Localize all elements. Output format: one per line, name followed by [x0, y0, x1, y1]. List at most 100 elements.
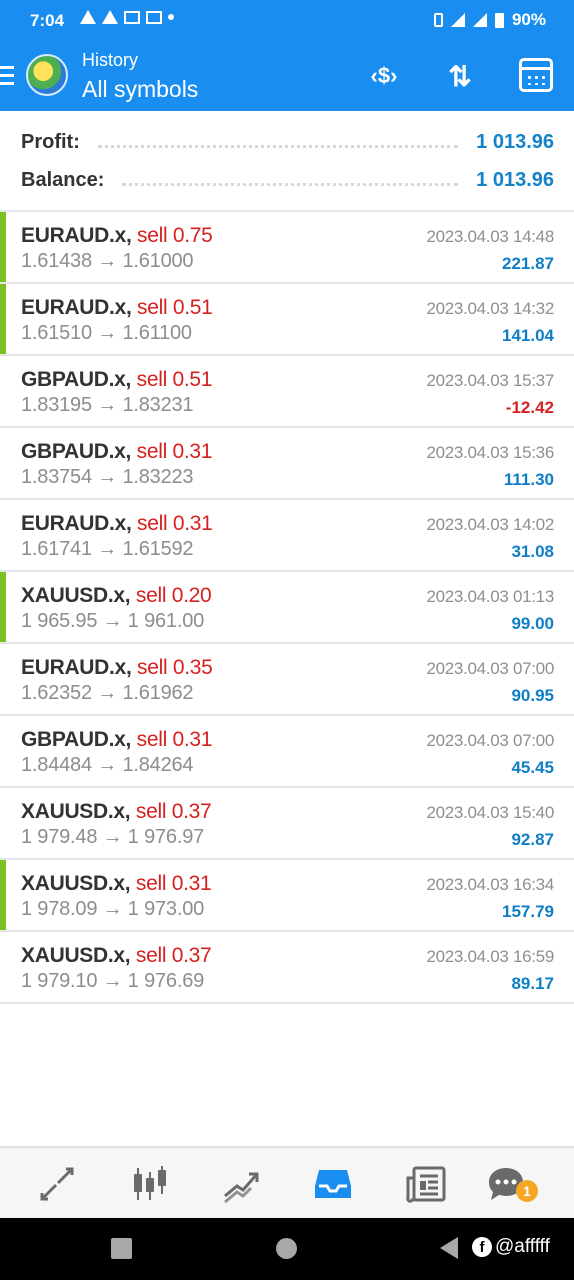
- trade-row[interactable]: EURAUD.x, sell 0.51 1.61510 → 1.61100 2023…: [0, 284, 574, 356]
- trade-profit: 89.17: [511, 974, 554, 993]
- balance-value: 1 013.96: [476, 168, 554, 191]
- chat-notification-badge: 1: [516, 1180, 538, 1202]
- history-icon[interactable]: [313, 1164, 353, 1204]
- trade-symbol: XAUUSD.x, sell 0.31: [21, 872, 212, 896]
- close-price: 1.84264: [122, 754, 194, 776]
- calendar-icon[interactable]: [519, 58, 553, 92]
- trade-profit: 141.04: [502, 326, 554, 345]
- trade-time: 2023.04.03 14:32: [426, 299, 554, 318]
- trade-side-volume: sell 0.35: [137, 656, 213, 679]
- gmail-icon: [124, 10, 140, 24]
- trade-row[interactable]: GBPAUD.x, sell 0.31 1.84484 → 1.84264 2023…: [0, 716, 574, 788]
- arrow-icon: →: [97, 394, 118, 416]
- symbol-filter[interactable]: All symbols: [82, 76, 198, 103]
- trade-profit: 90.95: [511, 686, 554, 705]
- arrow-icon: →: [102, 610, 123, 632]
- trade-row[interactable]: XAUUSD.x, sell 0.31 1 978.09 → 1 973.00 20…: [0, 860, 574, 932]
- close-price: 1.83231: [122, 394, 194, 416]
- arrow-icon: →: [97, 322, 118, 344]
- open-price: 1 979.10: [21, 970, 98, 992]
- trade-time: 2023.04.03 07:00: [426, 659, 554, 678]
- trade-time: 2023.04.03 15:37: [426, 371, 554, 390]
- open-price: 1.61438: [21, 250, 92, 272]
- symbol-name: EURAUD.x,: [21, 656, 132, 679]
- trade-row[interactable]: EURAUD.x, sell 0.75 1.61438 → 1.61000 2023…: [0, 212, 574, 284]
- menu-icon[interactable]: [0, 66, 14, 90]
- trade-icon[interactable]: [221, 1164, 261, 1204]
- trade-time: 2023.04.03 07:00: [426, 731, 554, 750]
- symbol-name: XAUUSD.x,: [21, 944, 131, 967]
- trade-time: 2023.04.03 14:48: [426, 227, 554, 246]
- close-price: 1 976.97: [127, 826, 205, 848]
- page-subtitle: History: [82, 50, 139, 70]
- arrow-icon: →: [97, 538, 118, 560]
- profit-indicator-bar: [0, 284, 6, 354]
- trade-symbol: EURAUD.x, sell 0.51: [21, 296, 213, 320]
- trade-symbol: GBPAUD.x, sell 0.31: [21, 440, 212, 464]
- close-price: 1 976.69: [127, 970, 205, 992]
- trade-symbol: EURAUD.x, sell 0.35: [21, 656, 213, 680]
- trade-row[interactable]: EURAUD.x, sell 0.31 1.61741 → 1.61592 2023…: [0, 500, 574, 572]
- quotes-icon[interactable]: [37, 1164, 77, 1204]
- open-price: 1.84484: [21, 754, 92, 776]
- back-button[interactable]: [440, 1237, 458, 1259]
- trade-side-volume: sell 0.20: [135, 584, 212, 607]
- trade-time: 2023.04.03 15:40: [426, 803, 554, 822]
- trade-prices: 1.83754 → 1.83223: [21, 466, 194, 489]
- profit-row: Profit: 1 013.96: [21, 127, 554, 157]
- warning-icon: [102, 10, 118, 24]
- trade-profit: 221.87: [502, 254, 554, 273]
- close-price: 1.61962: [122, 682, 194, 704]
- arrow-icon: →: [102, 970, 123, 992]
- system-navigation-bar: f @afffff: [0, 1218, 574, 1280]
- trade-symbol: XAUUSD.x, sell 0.37: [21, 800, 212, 824]
- arrow-icon: →: [97, 466, 118, 488]
- recent-apps-button[interactable]: [111, 1238, 132, 1259]
- warning-icon: [80, 10, 96, 24]
- trade-symbol: GBPAUD.x, sell 0.31: [21, 728, 212, 752]
- open-price: 1.62352: [21, 682, 92, 704]
- trade-time: 2023.04.03 15:36: [426, 443, 554, 462]
- close-price: 1.61000: [122, 250, 194, 272]
- trade-prices: 1.61741 → 1.61592: [21, 538, 194, 561]
- symbol-name: EURAUD.x,: [21, 224, 132, 247]
- arrow-icon: →: [97, 682, 118, 704]
- news-icon[interactable]: [406, 1164, 446, 1204]
- profit-indicator-bar: [0, 860, 6, 930]
- facebook-icon: f: [472, 1237, 492, 1257]
- currency-exchange-icon[interactable]: ‹$›: [364, 56, 404, 96]
- trade-row[interactable]: GBPAUD.x, sell 0.31 1.83754 → 1.83223 2023…: [0, 428, 574, 500]
- trade-row[interactable]: XAUUSD.x, sell 0.20 1 965.95 → 1 961.00 20…: [0, 572, 574, 644]
- symbol-name: GBPAUD.x,: [21, 728, 132, 751]
- profit-label: Profit:: [21, 130, 80, 153]
- status-bar: 7:04 90%: [0, 0, 574, 42]
- sort-icon[interactable]: ⇅: [440, 56, 480, 96]
- balance-label: Balance:: [21, 168, 105, 191]
- profit-value: 1 013.96: [476, 130, 554, 153]
- symbol-name: XAUUSD.x,: [21, 872, 131, 895]
- trade-side-volume: sell 0.31: [136, 728, 213, 751]
- trade-row[interactable]: XAUUSD.x, sell 0.37 1 979.10 → 1 976.69 20…: [0, 932, 574, 1004]
- trade-row[interactable]: XAUUSD.x, sell 0.37 1 979.48 → 1 976.97 20…: [0, 788, 574, 860]
- trade-side-volume: sell 0.31: [135, 872, 212, 895]
- watermark-text: @afffff: [495, 1236, 550, 1257]
- open-price: 1.83754: [21, 466, 92, 488]
- trade-profit: 111.30: [503, 470, 554, 489]
- trade-prices: 1 979.10 → 1 976.69: [21, 970, 204, 993]
- chart-icon[interactable]: [130, 1164, 170, 1204]
- home-button[interactable]: [276, 1238, 297, 1259]
- notification-icons: [80, 10, 174, 24]
- open-price: 1.61741: [21, 538, 92, 560]
- trade-prices: 1 979.48 → 1 976.97: [21, 826, 204, 849]
- trade-row[interactable]: EURAUD.x, sell 0.35 1.62352 → 1.61962 2023…: [0, 644, 574, 716]
- gmail-icon: [146, 10, 162, 24]
- trade-profit: 157.79: [502, 902, 554, 921]
- symbol-name: XAUUSD.x,: [21, 584, 131, 607]
- trade-time: 2023.04.03 16:59: [426, 947, 554, 966]
- arrow-icon: →: [97, 250, 118, 272]
- trade-symbol: GBPAUD.x, sell 0.51: [21, 368, 212, 392]
- trade-symbol: XAUUSD.x, sell 0.37: [21, 944, 212, 968]
- close-price: 1.83223: [122, 466, 194, 488]
- trade-row[interactable]: GBPAUD.x, sell 0.51 1.83195 → 1.83231 2023…: [0, 356, 574, 428]
- trade-time: 2023.04.03 16:34: [426, 875, 554, 894]
